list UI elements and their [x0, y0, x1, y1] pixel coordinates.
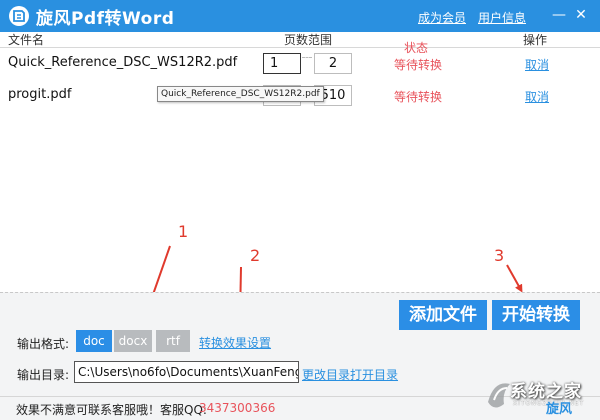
close-icon[interactable]: ✕ — [572, 6, 590, 24]
annotation-arrow-3 — [506, 264, 523, 293]
table-row: Quick_Reference_DSC_WS12R2.pdf 1 2 等待转换 … — [0, 48, 600, 80]
header-page-range: 页数范围 — [284, 33, 333, 47]
file-name: progit.pdf — [8, 87, 72, 102]
open-dir-link[interactable]: 打开目录 — [350, 366, 398, 383]
format-settings-link[interactable]: 转换效果设置 — [199, 334, 271, 351]
annotation-number-2: 2 — [250, 246, 261, 265]
format-rtf-button[interactable]: rtf — [156, 330, 190, 352]
header-filename: 文件名 — [8, 33, 45, 47]
cancel-link[interactable]: 取消 — [525, 56, 549, 73]
format-doc-button[interactable]: doc — [76, 330, 112, 352]
file-name: Quick_Reference_DSC_WS12R2.pdf — [8, 55, 238, 70]
app-logo-icon — [9, 6, 29, 26]
member-link[interactable]: 成为会员 — [418, 9, 466, 26]
output-dir-field[interactable]: C:\Users\no6fo\Documents\XuanFeng\fi — [74, 361, 299, 383]
cancel-link[interactable]: 取消 — [525, 88, 549, 105]
header-action: 操作 — [523, 33, 548, 47]
status-text: 等待转换 — [394, 90, 443, 104]
annotation-number-3: 3 — [494, 246, 505, 265]
page-from-input[interactable]: 1 — [263, 53, 301, 74]
change-dir-link[interactable]: 更改目录 — [302, 366, 350, 383]
annotation-number-1: 1 — [178, 222, 189, 241]
watermark-mini-text: 旋风 — [546, 402, 573, 417]
output-format-label: 输出格式: — [17, 337, 70, 351]
range-separator — [302, 57, 312, 58]
support-text: 效果不满意可联系客服哦！客服QQ: — [16, 403, 207, 417]
app-title: 旋风Pdf转Word — [36, 9, 175, 29]
table-header: 文件名 页数范围 状态 操作 — [0, 32, 600, 55]
add-file-button[interactable]: 添加文件 — [399, 300, 487, 330]
support-qq: 3437300366 — [199, 401, 276, 415]
start-convert-button[interactable]: 开始转换 — [492, 300, 580, 330]
minimize-icon[interactable]: — — [550, 6, 568, 24]
title-bar: 旋风Pdf转Word 成为会员 用户信息 — ✕ — [0, 0, 600, 32]
userinfo-link[interactable]: 用户信息 — [478, 9, 526, 26]
format-docx-button[interactable]: docx — [114, 330, 152, 352]
status-text: 等待转换 — [394, 58, 443, 72]
output-dir-label: 输出目录: — [17, 368, 70, 382]
filename-tooltip: Quick_Reference_DSC_WS12R2.pdf — [157, 86, 324, 102]
page-to-input[interactable]: 2 — [314, 53, 352, 74]
